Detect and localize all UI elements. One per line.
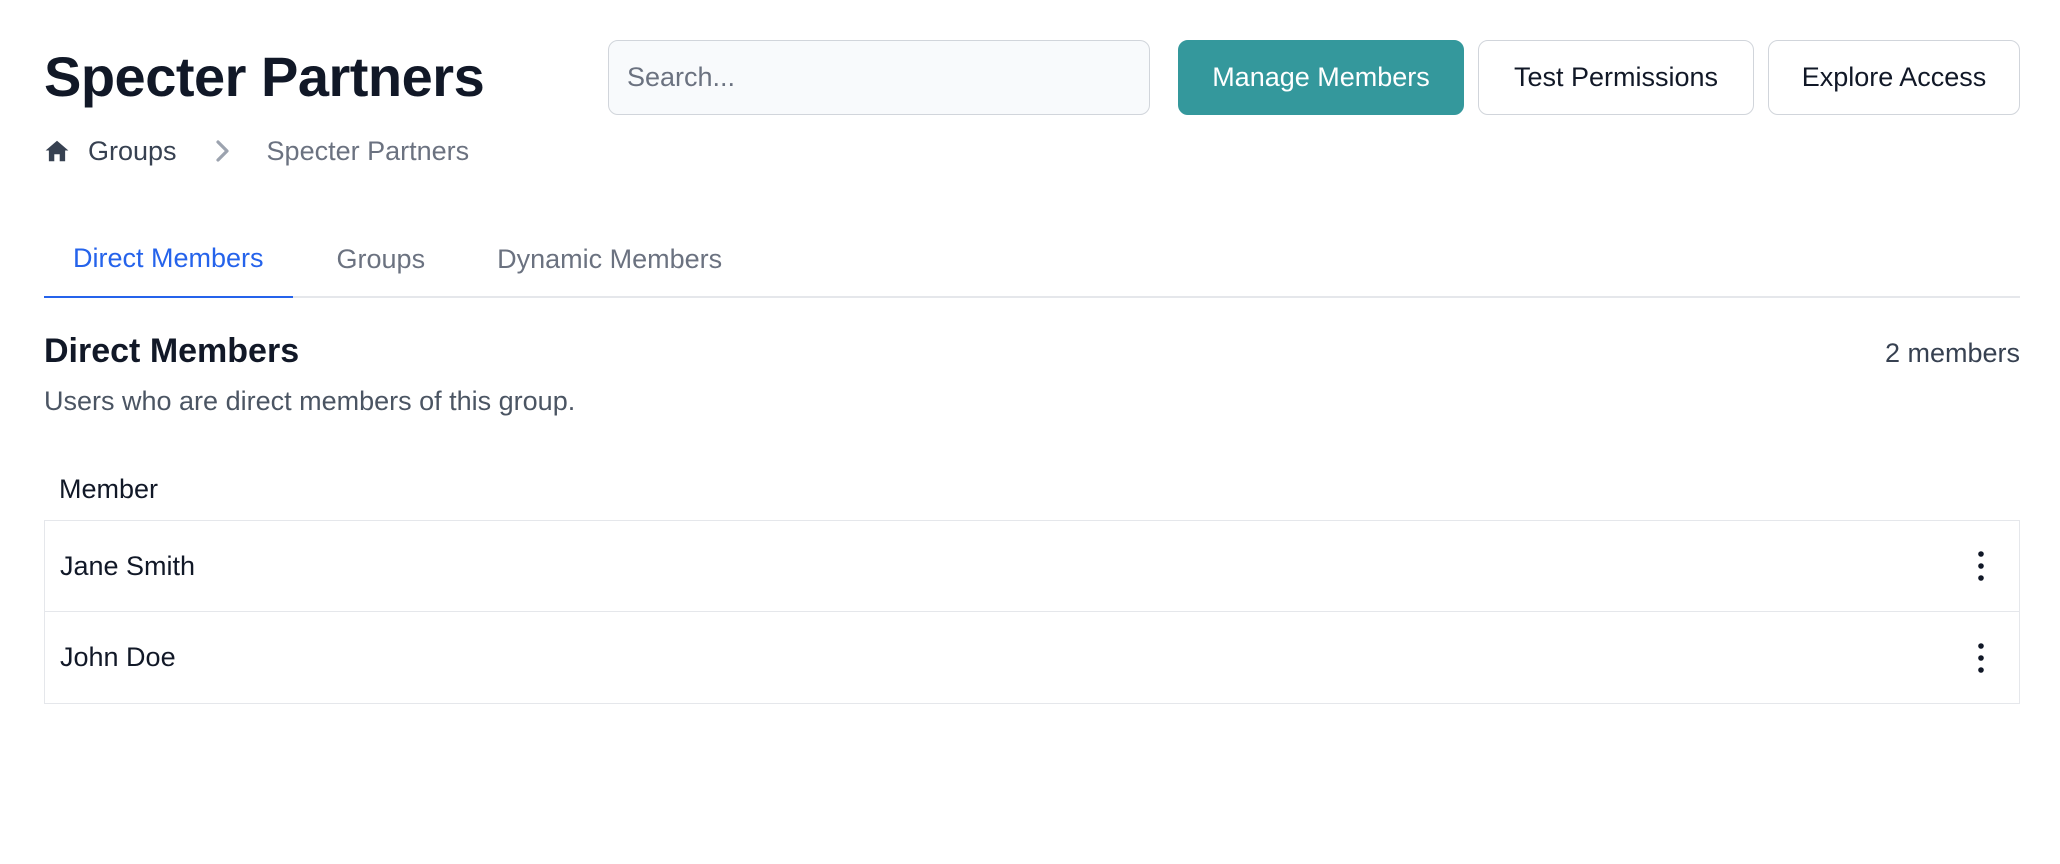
section-description: Users who are direct members of this gro…: [44, 386, 576, 416]
table-body: Jane Smith John Doe: [44, 520, 2020, 704]
column-header-member: Member: [59, 473, 159, 504]
member-name: Jane Smith: [60, 550, 196, 581]
table-header: Member: [44, 458, 2020, 520]
search-input[interactable]: [608, 40, 1150, 115]
members-table: Member Jane Smith John Doe: [44, 458, 2020, 704]
table-row: Jane Smith: [45, 521, 2019, 612]
chevron-right-icon: [213, 139, 233, 163]
page-title: Specter Partners: [44, 45, 485, 108]
member-name: John Doe: [60, 642, 176, 672]
breadcrumb-groups-link[interactable]: Groups: [88, 136, 177, 167]
manage-members-button[interactable]: Manage Members: [1178, 40, 1464, 115]
page-header: Specter Partners Manage Members Test Per…: [44, 40, 2020, 115]
tab-direct-members[interactable]: Direct Members: [44, 220, 293, 298]
member-count: 2 members: [1884, 338, 2020, 368]
tab-dynamic-members[interactable]: Dynamic Members: [469, 220, 751, 298]
test-permissions-button[interactable]: Test Permissions: [1478, 40, 1754, 115]
table-row: John Doe: [45, 612, 2019, 703]
more-vertical-icon[interactable]: [1963, 633, 1999, 683]
breadcrumb: Groups Specter Partners: [44, 133, 469, 169]
breadcrumb-current: Specter Partners: [266, 135, 470, 166]
explore-access-button[interactable]: Explore Access: [1768, 40, 2020, 115]
section-title: Direct Members: [44, 332, 300, 370]
home-icon[interactable]: [44, 138, 70, 164]
more-vertical-icon[interactable]: [1963, 541, 1999, 591]
tab-bar: Direct Members Groups Dynamic Members: [44, 220, 2020, 298]
page: Specter Partners Manage Members Test Per…: [0, 0, 2060, 864]
tab-groups[interactable]: Groups: [293, 220, 470, 298]
